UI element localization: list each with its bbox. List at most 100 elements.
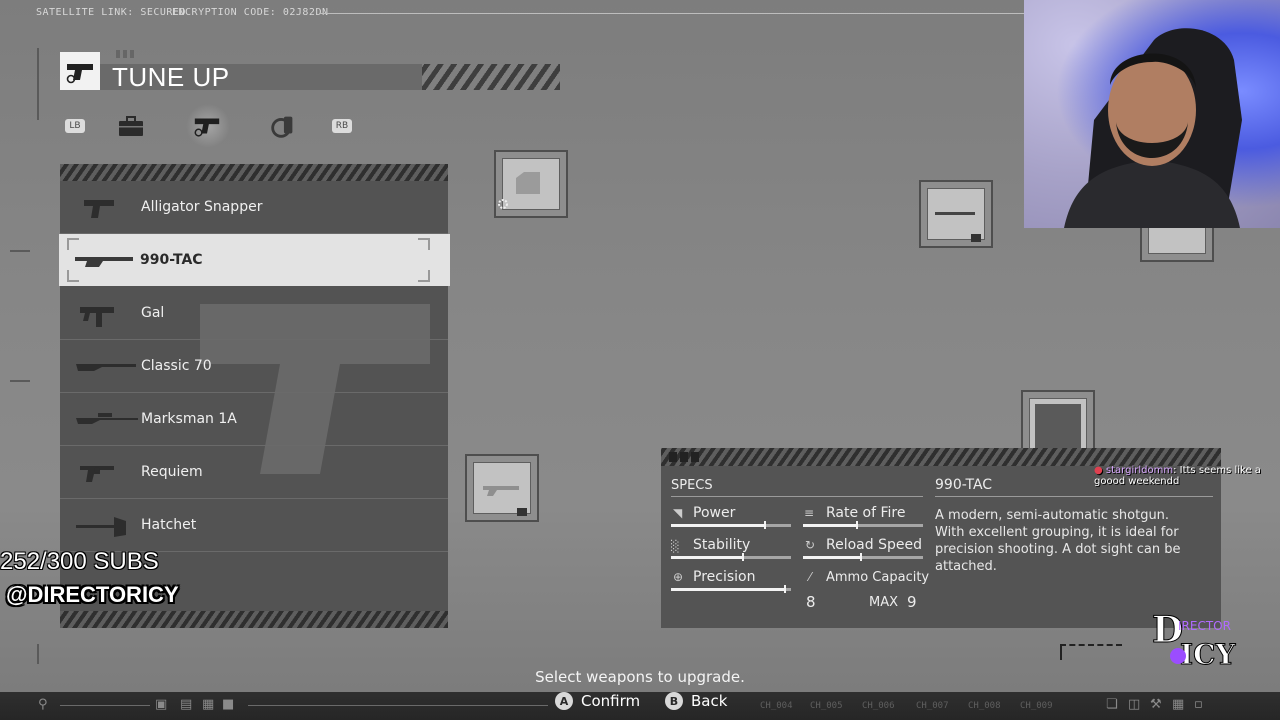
encryption-code: ENCRYPTION CODE: 02J82DN bbox=[172, 7, 329, 18]
stat-tick bbox=[859, 553, 862, 561]
crosshair-icon: ▤ bbox=[180, 697, 193, 712]
stat-tick bbox=[763, 521, 766, 529]
power-icon: ◥ bbox=[673, 506, 683, 520]
ammo-max-value: 9 bbox=[907, 593, 917, 611]
specs-decoration bbox=[669, 452, 699, 462]
crosshair-icon: ⊕ bbox=[673, 570, 684, 584]
map-icon: ▣ bbox=[155, 697, 168, 712]
attachment-slot-grip[interactable] bbox=[465, 454, 539, 522]
stat-precision-bar bbox=[671, 585, 791, 593]
stat-reload-speed-bar bbox=[803, 553, 923, 561]
attachment-slot-sight[interactable] bbox=[494, 150, 568, 218]
title-stripes bbox=[422, 64, 560, 90]
weapon-row[interactable]: Marksman 1A bbox=[60, 393, 448, 446]
weapon-name: Classic 70 bbox=[141, 358, 212, 374]
corner-bracket bbox=[1060, 644, 1122, 660]
list-header-stripes bbox=[60, 164, 448, 181]
grid-icon: ▦ bbox=[202, 697, 215, 712]
tab-grenade[interactable] bbox=[268, 112, 298, 140]
handgun-icon bbox=[194, 118, 220, 137]
channel-label: CH_007 bbox=[916, 701, 949, 711]
channel-label: CH_008 bbox=[968, 701, 1001, 711]
pistol-icon bbox=[84, 200, 114, 218]
stat-tick bbox=[742, 553, 744, 561]
specs-header-stripes bbox=[661, 448, 1221, 466]
chat-username: stargirldomm bbox=[1105, 465, 1174, 476]
weapon-row[interactable]: Classic 70 bbox=[60, 340, 448, 393]
weapon-row[interactable]: Alligator Snapper bbox=[60, 181, 448, 234]
smg-icon bbox=[80, 307, 114, 327]
slot-marker bbox=[517, 508, 527, 516]
sub-counter: 252/300 SUBS bbox=[0, 548, 159, 575]
grip-icon bbox=[483, 486, 519, 496]
weapon-row-selected[interactable]: 990-TAC bbox=[59, 234, 450, 286]
attachment-slot-barrel[interactable] bbox=[919, 180, 993, 248]
weapon-name: Gal bbox=[141, 305, 165, 321]
confirm-prompt[interactable]: A Confirm bbox=[555, 690, 640, 712]
stat-stability-label: Stability bbox=[693, 537, 751, 553]
specs-weapon-name: 990-TAC bbox=[935, 477, 993, 493]
hint-text: Select weapons to upgrade. bbox=[535, 668, 745, 686]
weapon-name: Requiem bbox=[141, 464, 203, 480]
weapon-name: Alligator Snapper bbox=[141, 199, 263, 215]
b-button-icon: B bbox=[665, 692, 683, 710]
tab-prev-lb[interactable]: LB bbox=[60, 112, 90, 140]
ammo-max-label: MAX bbox=[869, 595, 899, 610]
sniper-icon bbox=[76, 413, 138, 424]
attachment-slot-stock[interactable] bbox=[1140, 228, 1214, 262]
selection-corner bbox=[418, 270, 430, 282]
stat-power-label: Power bbox=[693, 505, 736, 521]
channel-label: CH_005 bbox=[810, 701, 843, 711]
weapon-description: A modern, semi-automatic shotgun. With e… bbox=[935, 508, 1181, 574]
hatchet-icon bbox=[76, 517, 126, 537]
weapon-name: 990-TAC bbox=[140, 252, 203, 268]
satellite-status: SATELLITE LINK: SECURED bbox=[36, 7, 186, 18]
magazine-icon bbox=[1035, 404, 1081, 448]
tab-briefcase[interactable] bbox=[116, 112, 146, 140]
stat-precision-label: Precision bbox=[693, 569, 756, 585]
stat-tick bbox=[784, 585, 786, 593]
weapon-name: Marksman 1A bbox=[141, 411, 237, 427]
channel-handle: @DIRECTORICY bbox=[6, 582, 179, 607]
gear-icon bbox=[498, 199, 508, 209]
stability-icon: ░ bbox=[671, 540, 680, 553]
left-tick bbox=[10, 250, 30, 252]
inventory-icon: ◫ bbox=[1128, 697, 1141, 712]
channel-label: CH_006 bbox=[862, 701, 895, 711]
chat-message: ● stargirldomm: Itts seems like a goood … bbox=[1094, 465, 1264, 487]
rifle-icon bbox=[76, 364, 136, 371]
back-prompt[interactable]: B Back bbox=[665, 690, 727, 712]
specs-divider bbox=[671, 496, 923, 497]
rate-of-fire-icon: ≡ bbox=[804, 506, 815, 520]
tab-handgun[interactable] bbox=[192, 112, 222, 140]
title-decoration bbox=[116, 50, 134, 58]
stat-rate-of-fire-bar bbox=[803, 521, 923, 529]
cube-icon: ❏ bbox=[1106, 697, 1118, 712]
tab-next-rb[interactable]: RB bbox=[327, 112, 357, 140]
stat-fill bbox=[803, 556, 861, 559]
top-status-bar: SATELLITE LINK: SECURED ENCRYPTION CODE:… bbox=[0, 0, 1030, 26]
reload-icon: ↻ bbox=[805, 538, 816, 552]
slot-frame bbox=[1148, 228, 1206, 254]
weapon-name: Hatchet bbox=[141, 517, 197, 533]
stat-rate-of-fire-label: Rate of Fire bbox=[826, 505, 906, 521]
back-label: Back bbox=[691, 692, 728, 710]
dot-sight-icon bbox=[516, 172, 540, 194]
shotgun-icon bbox=[75, 257, 133, 267]
weapon-row[interactable]: Gal bbox=[60, 287, 448, 340]
channel-logo: D IRECTOR ICY bbox=[1150, 606, 1242, 672]
slot-marker bbox=[971, 234, 981, 242]
list-footer-stripes bbox=[60, 611, 448, 628]
attachment-slot-magazine[interactable] bbox=[1021, 390, 1095, 448]
briefcase-icon bbox=[119, 116, 143, 136]
stat-fill bbox=[671, 588, 785, 591]
weapon-row[interactable]: Hatchet bbox=[60, 499, 448, 552]
ammo-current: 8 bbox=[806, 593, 816, 611]
director-icy-logo: D IRECTOR ICY bbox=[1152, 609, 1237, 672]
tools-icon: ⚒ bbox=[1150, 697, 1162, 712]
svg-text:ICY: ICY bbox=[1180, 638, 1236, 668]
document-icon: ▦ bbox=[1172, 697, 1185, 712]
left-frame-line bbox=[37, 48, 39, 120]
weapon-row[interactable]: Requiem bbox=[60, 446, 448, 499]
handgun-icon bbox=[60, 52, 100, 90]
